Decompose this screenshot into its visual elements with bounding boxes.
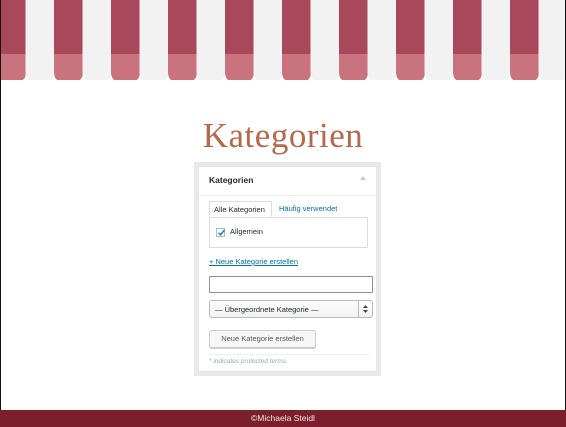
parent-category-select[interactable]: — Übergeordnete Kategorie — bbox=[209, 300, 373, 318]
page-title: Kategorien bbox=[202, 116, 364, 155]
metabox-title: Kategorien bbox=[209, 175, 254, 185]
category-checkbox[interactable] bbox=[216, 228, 226, 237]
new-category-input[interactable] bbox=[209, 276, 373, 293]
tab-all-categories[interactable]: Alle Kategorien bbox=[209, 201, 272, 217]
category-checklist: Allgemein bbox=[209, 217, 368, 248]
categories-metabox: Kategorien Alle Kategorien Häufig verwen… bbox=[198, 166, 377, 372]
categories-metabox-frame: Kategorien Alle Kategorien Häufig verwen… bbox=[194, 162, 381, 376]
triangle-up-icon[interactable] bbox=[360, 176, 366, 180]
tab-most-used[interactable]: Häufig verwendet bbox=[279, 201, 337, 217]
add-category-button[interactable]: Neue Kategorie erstellen bbox=[209, 330, 316, 348]
footer: ©Michaela Steidl bbox=[0, 410, 566, 427]
awning-banner bbox=[1, 0, 565, 80]
metabox-header[interactable]: Kategorien bbox=[199, 167, 376, 196]
select-arrows-icon bbox=[358, 301, 372, 317]
add-category-link[interactable]: + Neue Kategorie erstellen bbox=[209, 257, 298, 266]
checkmark-icon bbox=[217, 229, 226, 236]
divider bbox=[209, 354, 369, 355]
protected-terms-note: * indicates protected terms. bbox=[209, 358, 288, 365]
category-label: Allgemein bbox=[230, 227, 263, 236]
parent-category-value: — Übergeordnete Kategorie — bbox=[215, 305, 319, 314]
